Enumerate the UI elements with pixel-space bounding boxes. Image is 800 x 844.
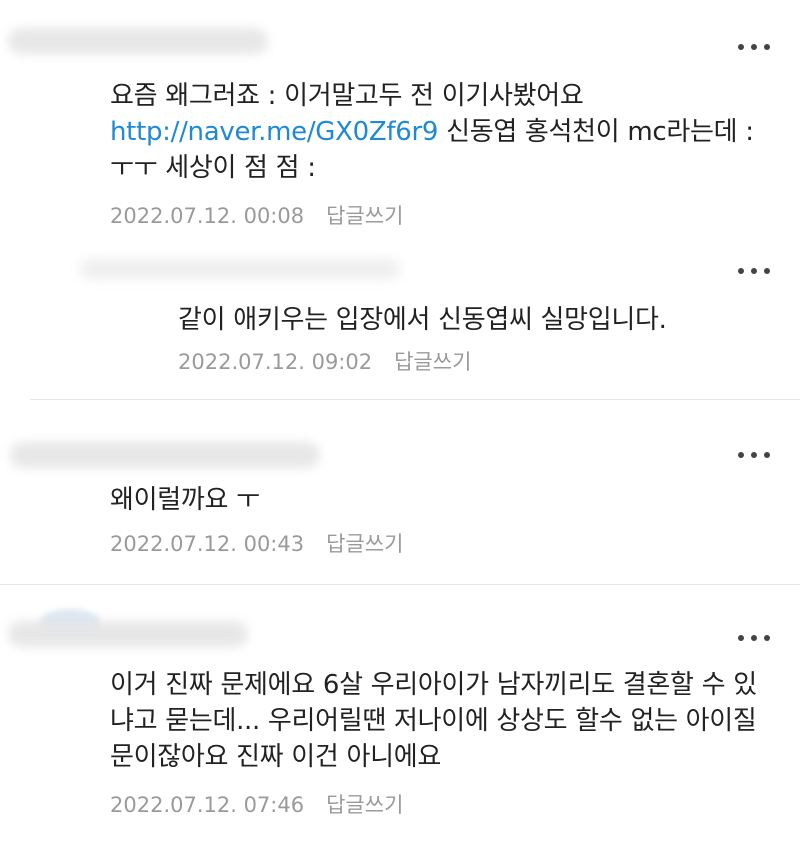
reply-button[interactable]: 답글쓰기 [326,793,403,817]
reply-comment-item: 같이 애키우는 입장에서 신동엽씨 실망입니다. 2022.07.12. 09:… [0,240,800,400]
comment-meta: 2022.07.12. 00:08 답글쓰기 [110,200,403,230]
author-name-redacted [8,621,248,647]
more-options-icon[interactable] [738,264,770,278]
comment-item: 왜이럴까요 ㅜ 2022.07.12. 00:43 답글쓰기 [0,400,800,585]
reply-button[interactable]: 답글쓰기 [394,350,471,374]
comment-meta: 2022.07.12. 00:43 답글쓰기 [110,528,403,558]
comment-text: 왜이럴까요 ㅜ [110,485,260,515]
comment-meta: 2022.07.12. 09:02 답글쓰기 [178,346,471,376]
reply-button[interactable]: 답글쓰기 [326,204,403,228]
more-options-icon[interactable] [738,40,770,54]
author-name-redacted [8,28,268,54]
comment-body: 왜이럴까요 ㅜ [110,482,770,518]
comment-body: 이거 진짜 문제에요 6살 우리아이가 남자끼리도 결혼할 수 있냐고 묻는데.… [110,667,770,775]
comment-text: 요즘 왜그러죠 : 이거말고두 전 이기사봤어요 [110,81,584,111]
comment-timestamp: 2022.07.12. 00:08 [110,204,305,228]
comment-meta: 2022.07.12. 07:46 답글쓰기 [110,789,403,819]
comment-body: 같이 애키우는 입장에서 신동엽씨 실망입니다. [178,302,768,338]
comment-timestamp: 2022.07.12. 09:02 [178,350,373,374]
comment-body: 요즘 왜그러죠 : 이거말고두 전 이기사봤어요 http://naver.me… [110,78,770,186]
comment-item: 이거 진짜 문제에요 6살 우리아이가 남자끼리도 결혼할 수 있냐고 묻는데.… [0,585,800,844]
author-name-redacted [80,260,400,278]
comment-link[interactable]: http://naver.me/GX0Zf6r9 [110,117,438,147]
comment-text: 같이 애키우는 입장에서 신동엽씨 실망입니다. [178,305,667,335]
more-options-icon[interactable] [738,448,770,462]
author-name-redacted [10,442,320,468]
more-options-icon[interactable] [738,631,770,645]
comment-timestamp: 2022.07.12. 07:46 [110,793,305,817]
comment-item: 요즘 왜그러죠 : 이거말고두 전 이기사봤어요 http://naver.me… [0,0,800,240]
comment-text: 이거 진짜 문제에요 6살 우리아이가 남자끼리도 결혼할 수 있냐고 묻는데.… [110,670,757,772]
reply-button[interactable]: 답글쓰기 [326,532,403,556]
comment-timestamp: 2022.07.12. 00:43 [110,532,305,556]
